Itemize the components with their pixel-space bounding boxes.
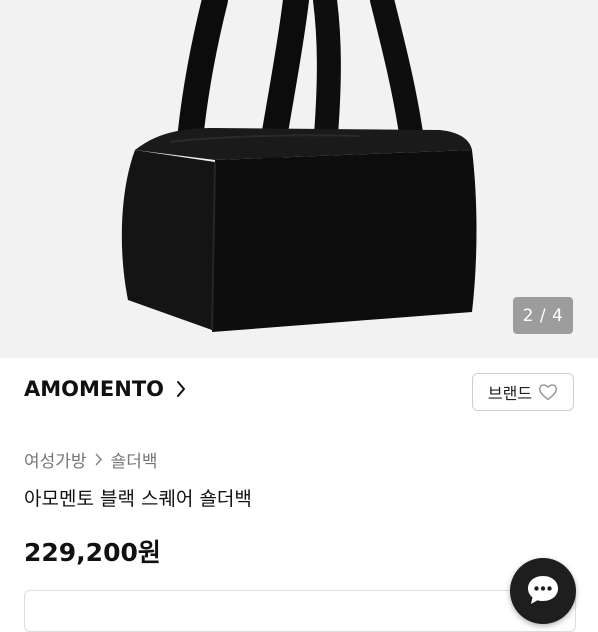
breadcrumb-item-category[interactable]: 여성가방 (24, 447, 87, 472)
product-price: 229,200원 (24, 538, 161, 567)
product-title: 아모멘토 블랙 스퀘어 숄더백 (24, 488, 252, 510)
brand-name: AMOMENTO (24, 377, 164, 401)
chat-bubble-icon (528, 576, 558, 604)
brand-row: AMOMENTO 브랜드 (24, 373, 574, 413)
heart-outline-icon (539, 384, 558, 401)
chat-button[interactable] (510, 558, 576, 624)
chevron-right-icon (177, 381, 185, 397)
image-counter: 2 / 4 (513, 297, 573, 334)
product-image (121, 0, 477, 332)
brand-link[interactable]: AMOMENTO (24, 377, 186, 401)
breadcrumb-item-subcategory[interactable]: 숄더백 (111, 447, 158, 472)
brand-like-button[interactable]: 브랜드 (472, 373, 574, 411)
chevron-right-icon (95, 453, 102, 466)
brand-button-label: 브랜드 (487, 384, 533, 403)
product-image-gallery[interactable]: 2 / 4 (0, 0, 598, 358)
breadcrumb: 여성가방 숄더백 (24, 447, 157, 472)
option-box[interactable] (24, 590, 576, 632)
